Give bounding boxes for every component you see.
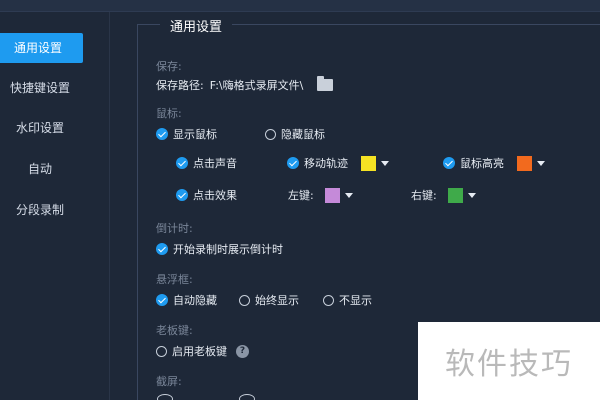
click-sound-label: 点击声音 (193, 157, 237, 170)
click-effect-option[interactable]: 点击效果 (176, 187, 237, 203)
auto-hide-label: 自动隐藏 (173, 294, 217, 307)
sidebar-item-hotkeys[interactable]: 快捷键设置 (0, 73, 110, 103)
sidebar-item-auto[interactable]: 自动 (0, 154, 110, 184)
chevron-down-icon[interactable] (467, 192, 476, 198)
click-sound-option[interactable]: 点击声音 (176, 155, 237, 171)
folder-icon[interactable] (317, 76, 334, 91)
sidebar-item-segment[interactable]: 分段录制 (0, 195, 110, 225)
check-icon[interactable] (287, 157, 299, 169)
sidebar-item-label: 通用设置 (14, 41, 63, 55)
always-show-label: 始终显示 (255, 294, 299, 307)
sidebar-item-label: 自动 (28, 162, 53, 176)
screenshot-group-label: 截屏: (156, 375, 182, 388)
save-path-label: 保存路径: (156, 79, 204, 92)
check-icon[interactable] (156, 128, 168, 140)
right-key-label: 右键: (411, 189, 437, 202)
highlight-option[interactable]: 鼠标高亮 (443, 155, 545, 171)
check-icon[interactable] (176, 157, 188, 169)
chevron-down-icon[interactable] (344, 192, 353, 198)
hide-mouse-option[interactable]: 隐藏鼠标 (265, 126, 325, 142)
help-icon[interactable]: ? (236, 344, 249, 358)
sidebar: 通用设置 快捷键设置 水印设置 自动 分段录制 (0, 12, 110, 400)
boss-key-group-label: 老板键: (156, 324, 193, 337)
chevron-down-icon[interactable] (381, 160, 389, 166)
left-key-color-picker[interactable] (324, 187, 353, 203)
countdown-group-label: 倒计时: (156, 222, 193, 235)
highlight-color-swatch[interactable] (517, 155, 532, 171)
no-show-label: 不显示 (339, 294, 372, 307)
highlight-label: 鼠标高亮 (460, 157, 504, 170)
window-top-bar (0, 0, 600, 12)
mouse-group-label: 鼠标: (156, 107, 182, 120)
radio-icon[interactable] (157, 394, 173, 400)
save-group-label: 保存: (156, 60, 182, 73)
sidebar-item-general[interactable]: 通用设置 (0, 33, 83, 63)
save-path-value[interactable]: F:\嗨格式录屏文件\ (210, 77, 304, 93)
radio-icon[interactable] (156, 345, 167, 357)
sidebar-item-watermark[interactable]: 水印设置 (0, 113, 110, 143)
check-icon[interactable] (156, 294, 168, 306)
radio-icon[interactable] (239, 394, 255, 400)
show-mouse-option[interactable]: 显示鼠标 (156, 126, 217, 142)
highlight-color-picker[interactable] (517, 155, 545, 171)
left-key-color-swatch[interactable] (324, 187, 340, 203)
section-title: 通用设置 (160, 16, 233, 35)
auto-hide-option[interactable]: 自动隐藏 (156, 292, 217, 308)
chevron-down-icon[interactable] (537, 160, 545, 166)
left-key-option: 左键: (288, 187, 353, 203)
show-countdown-label: 开始录制时展示倒计时 (173, 243, 283, 256)
check-icon[interactable] (156, 243, 168, 255)
float-group-label: 悬浮框: (156, 273, 193, 286)
sidebar-item-label: 快捷键设置 (10, 81, 71, 95)
left-key-label: 左键: (288, 189, 314, 202)
radio-icon[interactable] (323, 294, 334, 306)
sidebar-item-label: 分段录制 (16, 203, 65, 217)
save-path-row: 保存路径: F:\嗨格式录屏文件\ (156, 76, 334, 93)
trail-option[interactable]: 移动轨迹 (287, 155, 389, 171)
trail-label: 移动轨迹 (304, 157, 348, 170)
show-countdown-option[interactable]: 开始录制时展示倒计时 (156, 241, 283, 257)
boss-key-option[interactable]: 启用老板键 ? (156, 343, 249, 359)
radio-icon[interactable] (239, 294, 250, 306)
watermark-overlay: 软件技巧 (418, 322, 600, 400)
check-icon[interactable] (176, 189, 188, 201)
watermark-text: 软件技巧 (445, 347, 573, 382)
click-effect-label: 点击效果 (193, 189, 237, 202)
right-key-color-picker[interactable] (447, 187, 476, 203)
sidebar-item-label: 水印设置 (16, 121, 65, 135)
right-key-color-swatch[interactable] (447, 187, 463, 203)
boss-key-label: 启用老板键 (172, 345, 227, 358)
trail-color-picker[interactable] (361, 155, 389, 171)
no-show-option[interactable]: 不显示 (323, 292, 372, 308)
trail-color-swatch[interactable] (361, 155, 376, 171)
check-icon[interactable] (443, 157, 455, 169)
right-key-option: 右键: (411, 187, 476, 203)
radio-icon[interactable] (265, 128, 276, 140)
hide-mouse-label: 隐藏鼠标 (281, 128, 325, 141)
always-show-option[interactable]: 始终显示 (239, 292, 299, 308)
show-mouse-label: 显示鼠标 (173, 128, 217, 141)
